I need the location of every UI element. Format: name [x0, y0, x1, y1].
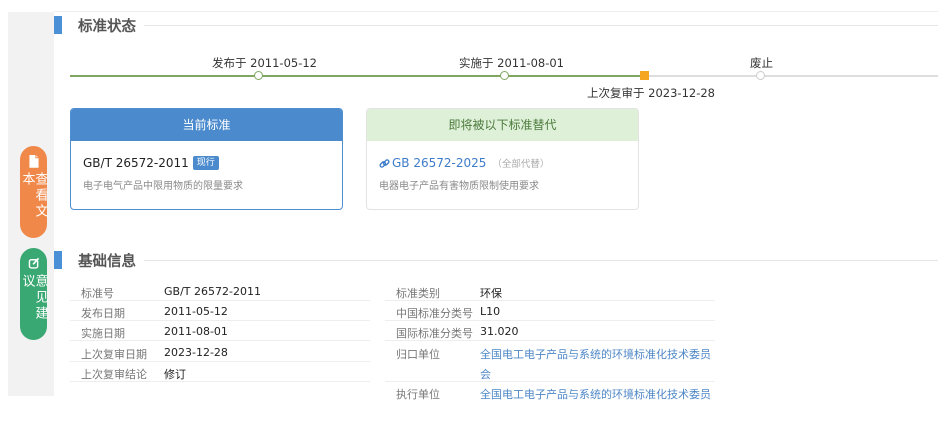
replacement-standard-code-line: GB 26572-2025 （全部代替）	[379, 156, 549, 170]
replacement-standard-header: 即将被以下标准替代	[367, 109, 638, 141]
replacement-standard-link[interactable]: GB 26572-2025	[392, 156, 486, 170]
info-label: 标准类别	[396, 287, 440, 300]
info-label: 中国标准分类号	[396, 307, 473, 320]
timeline-marker-review	[640, 71, 649, 80]
responsible-unit-link-cont[interactable]: 会	[480, 366, 491, 382]
view-text-button[interactable]: 查看文本	[19, 146, 48, 238]
info-row: 国际标准分类号 31.020	[385, 321, 715, 341]
section-rule	[144, 260, 938, 261]
row-divider	[70, 381, 370, 382]
info-label: 发布日期	[81, 307, 125, 320]
row-divider	[385, 340, 715, 341]
info-value: 环保	[480, 287, 502, 300]
info-value: GB/T 26572-2011	[164, 285, 261, 298]
info-row: 会	[385, 362, 715, 382]
responsible-unit-link[interactable]: 全国电工电子产品与系统的环境标准化技术委员	[480, 346, 711, 362]
document-icon	[28, 155, 39, 168]
edit-icon	[28, 257, 39, 269]
section-accent-bar	[54, 16, 62, 34]
status-section-header: 标准状态	[54, 15, 938, 35]
info-row: 执行单位 全国电工电子产品与系统的环境标准化技术委员	[385, 382, 715, 402]
replacement-note: （全部代替）	[492, 159, 550, 170]
timeline-progress	[70, 75, 644, 77]
info-label: 上次复审结论	[81, 368, 147, 381]
link-icon	[379, 158, 390, 168]
info-row: 标准号 GB/T 26572-2011	[70, 281, 370, 301]
info-label: 实施日期	[81, 327, 125, 340]
info-row: 标准类别 环保	[385, 281, 715, 301]
current-standard-header: 当前标准	[71, 109, 342, 141]
status-badge: 现行	[192, 156, 219, 170]
current-standard-card: 当前标准 GB/T 26572-2011 现行 电子电气产品中限用物质的限量要求	[70, 108, 343, 210]
section-accent-bar	[54, 251, 62, 269]
timeline-node-abolish	[756, 71, 765, 80]
basic-section-header: 基础信息	[54, 250, 938, 270]
status-timeline	[70, 71, 938, 80]
info-row: 上次复审结论 修订	[70, 362, 370, 382]
timeline-remaining	[644, 75, 938, 77]
info-label: 国际标准分类号	[396, 327, 473, 340]
info-row: 归口单位 全国电工电子产品与系统的环境标准化技术委员	[385, 342, 715, 362]
info-value: L10	[480, 305, 501, 318]
info-value: 2011-05-12	[164, 305, 228, 318]
info-label: 归口单位	[396, 348, 440, 361]
info-value: 修订	[164, 368, 186, 381]
status-section-title: 标准状态	[78, 19, 136, 35]
row-divider	[70, 340, 370, 341]
top-divider	[54, 11, 938, 12]
info-label: 标准号	[81, 287, 114, 300]
timeline-implement-label: 实施于 2011-08-01	[459, 56, 564, 70]
basic-section-title: 基础信息	[78, 254, 136, 270]
timeline-node-publish	[254, 71, 263, 80]
feedback-label: 意见建议	[19, 273, 48, 322]
feedback-button[interactable]: 意见建议	[19, 248, 48, 340]
info-label: 执行单位	[396, 388, 440, 401]
replacement-standard-card: 即将被以下标准替代 GB 26572-2025 （全部代替） 电器电子产品有害物…	[366, 108, 639, 210]
info-value: 31.020	[480, 325, 519, 338]
info-value: 2023-12-28	[164, 346, 228, 359]
replacement-standard-name: 电器电子产品有害物质限制使用要求	[379, 181, 539, 192]
executing-unit-link[interactable]: 全国电工电子产品与系统的环境标准化技术委员	[480, 386, 711, 402]
current-standard-code: GB/T 26572-2011	[83, 156, 189, 170]
timeline-abolish-label: 废止	[750, 56, 773, 70]
current-standard-name: 电子电气产品中限用物质的限量要求	[83, 181, 243, 192]
info-row: 发布日期 2011-05-12	[70, 301, 370, 321]
view-text-label: 查看文本	[19, 171, 48, 220]
timeline-review-label: 上次复审于 2023-12-28	[587, 86, 715, 100]
info-row: 实施日期 2011-08-01	[70, 321, 370, 341]
timeline-node-implement	[500, 71, 509, 80]
timeline-publish-label: 发布于 2011-05-12	[212, 56, 317, 70]
info-row: 中国标准分类号 L10	[385, 301, 715, 321]
section-rule	[144, 25, 938, 26]
info-row: 上次复审日期 2023-12-28	[70, 342, 370, 362]
info-value: 2011-08-01	[164, 325, 228, 338]
current-standard-code-line: GB/T 26572-2011 现行	[83, 156, 219, 170]
info-label: 上次复审日期	[81, 348, 147, 361]
